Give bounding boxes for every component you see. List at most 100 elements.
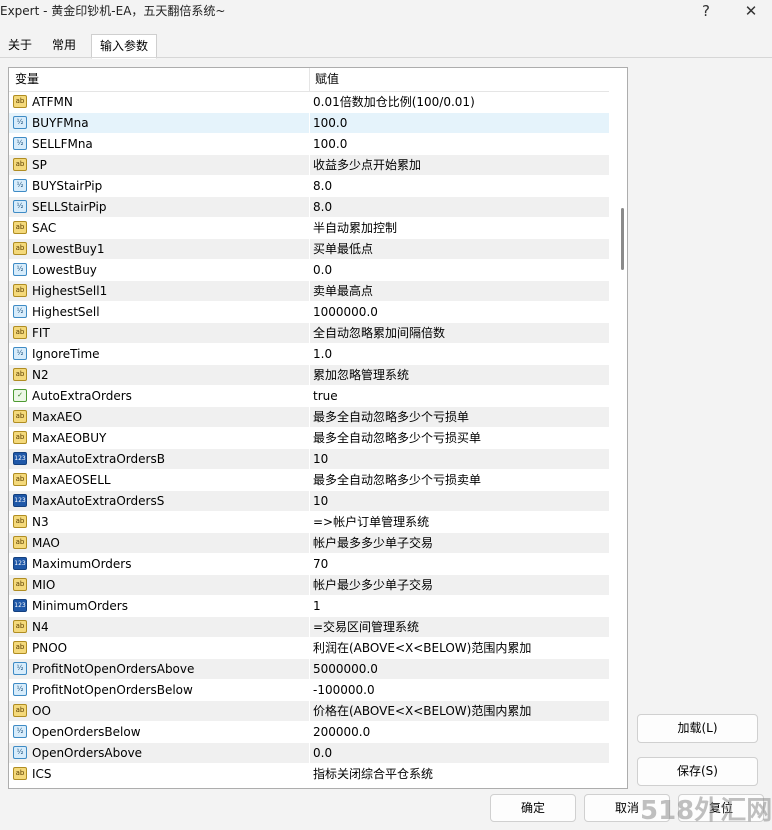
- table-row[interactable]: ½ SELLStairPip 8.0: [9, 197, 609, 218]
- variable-value[interactable]: 200000.0: [313, 722, 370, 742]
- variable-value[interactable]: 5000000.0: [313, 659, 378, 679]
- table-row[interactable]: ab OO 价格在(ABOVE<X<BELOW)范围内累加: [9, 701, 609, 722]
- tab-common[interactable]: 常用: [44, 34, 84, 57]
- string-type-icon: ab: [13, 431, 27, 444]
- help-button[interactable]: ?: [688, 0, 724, 22]
- scrollbar-thumb[interactable]: [621, 208, 624, 270]
- column-header-variable[interactable]: 变量: [9, 68, 39, 91]
- double-type-icon: ½: [13, 200, 27, 213]
- variable-value[interactable]: -100000.0: [313, 680, 375, 700]
- table-row[interactable]: ab SP 收益多少点开始累加: [9, 155, 609, 176]
- variable-name: MaxAEOSELL: [32, 473, 111, 487]
- variable-name: SP: [32, 158, 47, 172]
- variable-value[interactable]: 卖单最高点: [313, 281, 373, 301]
- variable-value[interactable]: =>帐户订单管理系统: [313, 512, 429, 532]
- variable-value[interactable]: 100.0: [313, 134, 347, 154]
- close-button[interactable]: ✕: [733, 0, 769, 22]
- variable-name: N3: [32, 515, 49, 529]
- cell-divider: [309, 554, 310, 575]
- variable-value[interactable]: 0.01倍数加仓比例(100/0.01): [313, 92, 475, 112]
- table-row[interactable]: 123 MaximumOrders 70: [9, 554, 609, 575]
- table-row[interactable]: ½ LowestBuy 0.0: [9, 260, 609, 281]
- table-row[interactable]: ½ BUYFMna 100.0: [9, 113, 609, 134]
- variable-name: LowestBuy1: [32, 242, 105, 256]
- variable-value[interactable]: 70: [313, 554, 328, 574]
- table-row[interactable]: 123 MaxAutoExtraOrdersB 10: [9, 449, 609, 470]
- variable-value[interactable]: 最多全自动忽略多少个亏损单: [313, 407, 469, 427]
- save-button[interactable]: 保存(S): [637, 757, 758, 786]
- variable-value[interactable]: 帐户最少多少单子交易: [313, 575, 433, 595]
- table-row[interactable]: ½ IgnoreTime 1.0: [9, 344, 609, 365]
- double-type-icon: ½: [13, 137, 27, 150]
- table-row[interactable]: ab MaxAEOBUY 最多全自动忽略多少个亏损买单: [9, 428, 609, 449]
- table-row[interactable]: ab MaxAEOSELL 最多全自动忽略多少个亏损卖单: [9, 470, 609, 491]
- cell-divider: [309, 659, 310, 680]
- table-row[interactable]: ½ ProfitNotOpenOrdersBelow -100000.0: [9, 680, 609, 701]
- variable-value[interactable]: 100.0: [313, 113, 347, 133]
- table-row[interactable]: ab HighestSell1 卖单最高点: [9, 281, 609, 302]
- table-row[interactable]: 123 MinimumOrders 1: [9, 596, 609, 617]
- variable-value[interactable]: 价格在(ABOVE<X<BELOW)范围内累加: [313, 701, 531, 721]
- variable-value[interactable]: 买单最低点: [313, 239, 373, 259]
- table-row[interactable]: ab LowestBuy1 买单最低点: [9, 239, 609, 260]
- variable-value[interactable]: 指标关闭综合平仓系统: [313, 764, 433, 784]
- table-row[interactable]: ½ HighestSell 1000000.0: [9, 302, 609, 323]
- column-header-value[interactable]: 赋值: [309, 68, 339, 91]
- table-row[interactable]: ½ BUYStairPip 8.0: [9, 176, 609, 197]
- double-type-icon: ½: [13, 683, 27, 696]
- variable-value[interactable]: 累加忽略管理系统: [313, 365, 409, 385]
- variable-name: SELLStairPip: [32, 200, 107, 214]
- table-row[interactable]: ab N3 =>帐户订单管理系统: [9, 512, 609, 533]
- variable-value[interactable]: 1: [313, 596, 321, 616]
- variable-value[interactable]: 0.0: [313, 260, 332, 280]
- string-type-icon: ab: [13, 221, 27, 234]
- cell-divider: [309, 575, 310, 596]
- variable-value[interactable]: 利润在(ABOVE<X<BELOW)范围内累加: [313, 638, 531, 658]
- ok-button[interactable]: 确定: [490, 794, 576, 822]
- table-row[interactable]: ½ OpenOrdersBelow 200000.0: [9, 722, 609, 743]
- table-row[interactable]: ab SAC 半自动累加控制: [9, 218, 609, 239]
- table-row[interactable]: ½ OpenOrdersAbove 0.0: [9, 743, 609, 764]
- table-row[interactable]: ab ATFMN 0.01倍数加仓比例(100/0.01): [9, 92, 609, 113]
- table-row[interactable]: ab MAO 帐户最多多少单子交易: [9, 533, 609, 554]
- table-row[interactable]: ab MaxAEO 最多全自动忽略多少个亏损单: [9, 407, 609, 428]
- double-type-icon: ½: [13, 662, 27, 675]
- cell-divider: [309, 365, 310, 386]
- variable-value[interactable]: 最多全自动忽略多少个亏损买单: [313, 428, 481, 448]
- table-row[interactable]: ½ ProfitNotOpenOrdersAbove 5000000.0: [9, 659, 609, 680]
- variable-name: MIO: [32, 578, 56, 592]
- vertical-scrollbar[interactable]: [618, 68, 627, 788]
- tab-about[interactable]: 关于: [0, 34, 40, 57]
- table-row[interactable]: ab PNOO 利润在(ABOVE<X<BELOW)范围内累加: [9, 638, 609, 659]
- table-row[interactable]: ab N2 累加忽略管理系统: [9, 365, 609, 386]
- variable-value[interactable]: 全自动忽略累加间隔倍数: [313, 323, 445, 343]
- variable-value[interactable]: 8.0: [313, 176, 332, 196]
- table-row[interactable]: ab ICS 指标关闭综合平仓系统: [9, 764, 609, 785]
- table-row[interactable]: ab MIO 帐户最少多少单子交易: [9, 575, 609, 596]
- table-row[interactable]: ab FIT 全自动忽略累加间隔倍数: [9, 323, 609, 344]
- variable-value[interactable]: 10: [313, 449, 328, 469]
- variable-name: N4: [32, 620, 49, 634]
- table-row[interactable]: 123 MaxAutoExtraOrdersS 10: [9, 491, 609, 512]
- table-row[interactable]: ab N4 =交易区间管理系统: [9, 617, 609, 638]
- variable-value[interactable]: true: [313, 386, 338, 406]
- double-type-icon: ½: [13, 179, 27, 192]
- variable-value[interactable]: 1.0: [313, 344, 332, 364]
- variable-value[interactable]: 1000000.0: [313, 302, 378, 322]
- variable-value[interactable]: 帐户最多多少单子交易: [313, 533, 433, 553]
- variable-name: PNOO: [32, 641, 68, 655]
- integer-type-icon: 123: [13, 557, 27, 570]
- variable-value[interactable]: 8.0: [313, 197, 332, 217]
- variable-value[interactable]: 半自动累加控制: [313, 218, 397, 238]
- tab-inputs[interactable]: 输入参数: [91, 34, 158, 59]
- variable-value[interactable]: 10: [313, 491, 328, 511]
- variable-value[interactable]: 最多全自动忽略多少个亏损卖单: [313, 470, 481, 490]
- variable-value[interactable]: 0.0: [313, 743, 332, 763]
- variable-value[interactable]: =交易区间管理系统: [313, 617, 419, 637]
- table-row[interactable]: ✓ AutoExtraOrders true: [9, 386, 609, 407]
- double-type-icon: ½: [13, 263, 27, 276]
- table-row[interactable]: ½ SELLFMna 100.0: [9, 134, 609, 155]
- load-button[interactable]: 加载(L): [637, 714, 758, 743]
- variable-value[interactable]: 收益多少点开始累加: [313, 155, 421, 175]
- double-type-icon: ½: [13, 725, 27, 738]
